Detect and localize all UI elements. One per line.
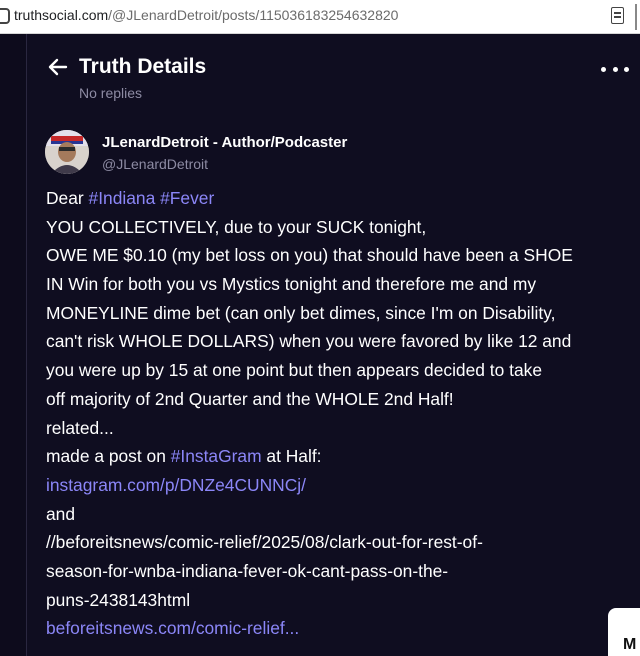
post-line: related... — [46, 417, 114, 438]
arrow-left-icon[interactable] — [47, 56, 69, 78]
post-line: beforeitsnews.com/comic-relief... — [46, 614, 638, 643]
post-body: Dear #Indiana #Fever YOU COLLECTIVELY, d… — [46, 184, 638, 643]
post-line: and — [46, 503, 76, 524]
detail-header: Truth Details No replies — [27, 34, 640, 106]
post-line: MONEYLINE dime bet (can only bet dimes, … — [46, 302, 556, 323]
page-title: Truth Details — [79, 55, 207, 78]
instagram-link[interactable]: instagram.com/p/DNZe4CUNNCj/ — [46, 475, 306, 495]
post-line: you were up by 15 at one point but then … — [46, 360, 542, 381]
post-line: made a post on #InstaGram at Half: — [46, 446, 322, 467]
site-info-icon[interactable] — [0, 8, 10, 24]
side-panel-card[interactable]: M — [608, 608, 640, 656]
hashtag-link[interactable]: #Fever — [160, 188, 214, 208]
more-options-icon[interactable] — [601, 60, 629, 78]
hashtag-link[interactable]: #Indiana — [89, 188, 156, 208]
window-edge-handle — [635, 4, 640, 30]
post-line: YOU COLLECTIVELY, due to your SUCK tonig… — [46, 216, 427, 237]
url-text[interactable]: truthsocial.com/@JLenardDetroit/posts/11… — [14, 7, 398, 23]
post-line: //beforeitsnews/comic-relief/2025/08/cla… — [46, 532, 483, 553]
post-line: can't risk WHOLE DOLLARS) when you were … — [46, 331, 572, 352]
post-line: off majority of 2nd Quarter and the WHOL… — [46, 388, 454, 409]
reply-count: No replies — [79, 85, 143, 101]
post-line: Dear #Indiana #Fever — [46, 188, 215, 208]
beforeitsnews-link[interactable]: beforeitsnews.com/comic-relief... — [46, 618, 299, 638]
url-path: /@JLenardDetroit/posts/11503618325463282… — [108, 7, 399, 23]
post-line: season-for-wnba-indiana-fever-ok-cant-pa… — [46, 560, 449, 581]
post-line: puns-2438143html — [46, 589, 191, 610]
post-line: IN Win for both you vs Mystics tonight a… — [46, 274, 537, 295]
post-line: OWE ME $0.10 (my bet loss on you) that s… — [46, 245, 573, 266]
post-line: instagram.com/p/DNZe4CUNNCj/ — [46, 471, 638, 500]
avatar[interactable] — [45, 130, 89, 174]
post-detail-column: Truth Details No replies JLenardDetroit … — [26, 34, 640, 656]
browser-address-bar[interactable]: truthsocial.com/@JLenardDetroit/posts/11… — [0, 0, 640, 34]
author-name[interactable]: JLenardDetroit - Author/Podcaster — [102, 134, 347, 151]
side-card-letter: M — [623, 636, 637, 653]
url-domain: truthsocial.com — [14, 7, 109, 23]
hashtag-link[interactable]: #InstaGram — [171, 446, 262, 466]
reader-mode-icon[interactable] — [611, 7, 624, 24]
author-handle[interactable]: @JLenardDetroit — [102, 156, 208, 172]
